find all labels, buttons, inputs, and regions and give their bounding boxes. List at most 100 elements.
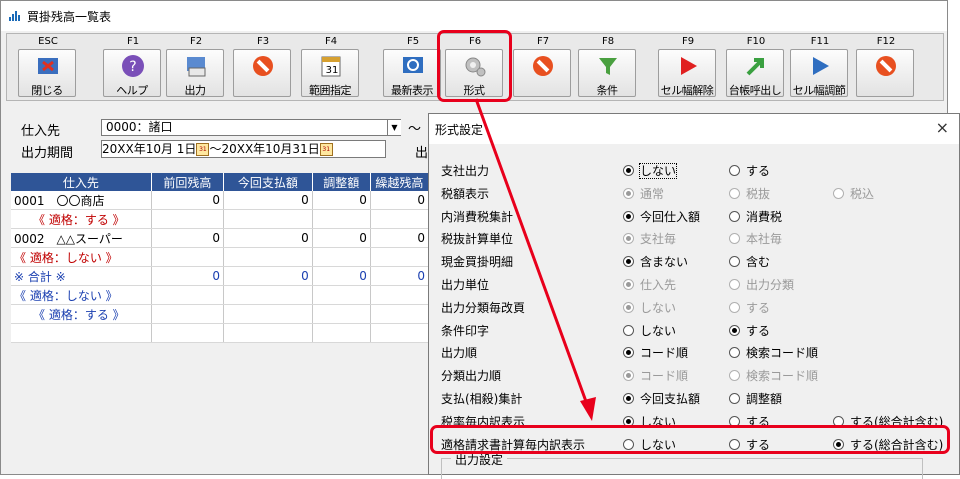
fkey-button[interactable]: 31 範囲指定: [301, 49, 359, 97]
table-cell[interactable]: [223, 285, 313, 305]
column-header[interactable]: 調整額: [312, 173, 371, 191]
chevron-down-icon[interactable]: ▼: [387, 120, 401, 135]
radio-option[interactable]: する: [729, 162, 770, 179]
print-icon: [187, 57, 206, 77]
radio-option[interactable]: する: [729, 322, 770, 339]
table-cell[interactable]: ※ 合計 ※: [11, 266, 152, 286]
table-cell[interactable]: [312, 247, 371, 267]
radio-option[interactable]: 調整額: [729, 390, 782, 407]
fkey-button[interactable]: 出力: [166, 49, 224, 97]
radio-label: 含まない: [640, 255, 689, 270]
table-row[interactable]: 《 適格：しない 》: [11, 285, 430, 305]
fkey-f10: F10 台帳呼出し: [725, 36, 787, 98]
table-cell[interactable]: [223, 323, 313, 343]
fkey-button[interactable]: ? ヘルプ: [103, 49, 161, 97]
fkey-f11: F11 セル幅調節: [789, 36, 851, 98]
table-row[interactable]: 0001 〇〇商店 0 0 0 0: [11, 191, 430, 210]
table-cell[interactable]: 0: [223, 191, 313, 210]
fkey-button[interactable]: 台帳呼出し: [726, 49, 784, 97]
table-cell[interactable]: [151, 304, 225, 324]
disabled-button[interactable]: [233, 49, 291, 97]
disabled-button[interactable]: [513, 49, 571, 97]
fkey-button[interactable]: セル幅調節: [790, 49, 848, 97]
table-cell[interactable]: [312, 209, 371, 229]
radio-icon: [623, 301, 634, 313]
fkey-button[interactable]: 閉じる: [18, 49, 76, 97]
table-cell[interactable]: 《 適格：する 》: [11, 209, 152, 229]
disabled-button[interactable]: [856, 49, 914, 97]
radio-option[interactable]: 含まない: [623, 253, 688, 270]
fkey-f12: F12: [855, 36, 917, 98]
radio-option[interactable]: しない: [623, 162, 678, 179]
table-cell[interactable]: 《 適格：しない 》: [11, 285, 152, 305]
table-cell[interactable]: [151, 323, 225, 343]
table-cell[interactable]: 0: [223, 266, 313, 286]
table-cell[interactable]: [370, 304, 430, 324]
table-row[interactable]: 《 適格：する 》: [11, 304, 430, 324]
f6-highlight: [437, 30, 512, 102]
table-cell[interactable]: [223, 247, 313, 267]
radio-option[interactable]: 検索コード順: [729, 344, 818, 361]
table-row[interactable]: [11, 323, 430, 343]
table-row[interactable]: 《 適格：しない 》: [11, 247, 430, 267]
table-cell[interactable]: 0: [151, 228, 225, 248]
table-cell[interactable]: [11, 323, 152, 343]
table-cell[interactable]: [223, 209, 313, 229]
table-row[interactable]: ※ 合計 ※ 0 0 0 0: [11, 266, 430, 286]
table-row[interactable]: 《 適格：する 》: [11, 209, 430, 229]
column-header[interactable]: 今回支払額: [223, 173, 313, 191]
radio-option[interactable]: コード順: [623, 344, 688, 361]
period-field[interactable]: 20XX年10月 1日 31 ～20XX年10月31日 31: [101, 140, 386, 158]
column-header[interactable]: 仕入先: [11, 173, 152, 191]
radio-label: 今回支払額: [640, 392, 701, 406]
table-cell[interactable]: 0: [151, 191, 225, 210]
table-cell[interactable]: [151, 209, 225, 229]
period-from[interactable]: 20XX年10月 1日: [102, 142, 196, 156]
radio-icon: [729, 165, 740, 176]
radio-option[interactable]: 含む: [729, 253, 770, 270]
radio-label: しない: [638, 163, 678, 179]
supplier-select[interactable]: 0000：諸口: [101, 119, 401, 136]
calendar-icon[interactable]: 31: [196, 143, 210, 156]
table-cell[interactable]: 0: [370, 228, 430, 248]
table-cell[interactable]: [370, 247, 430, 267]
table-cell[interactable]: 0: [151, 266, 225, 286]
table-cell[interactable]: 《 適格：しない 》: [11, 247, 152, 267]
table-cell[interactable]: 0: [312, 191, 371, 210]
table-cell[interactable]: 0: [312, 228, 371, 248]
table-cell[interactable]: 0: [223, 228, 313, 248]
column-header[interactable]: 前回残高: [151, 173, 225, 191]
radio-icon: [623, 187, 634, 199]
svg-text:?: ?: [129, 59, 136, 75]
radio-label: 支社毎: [640, 232, 677, 247]
fkey-label: F2: [189, 36, 203, 47]
fkey-button[interactable]: 最新表示: [383, 49, 441, 97]
table-row[interactable]: 0002 △△スーパー 0 0 0 0: [11, 228, 430, 248]
table-cell[interactable]: [370, 209, 430, 229]
table-cell[interactable]: [151, 247, 225, 267]
radio-option[interactable]: 消費税: [729, 208, 782, 225]
table-cell[interactable]: 0: [370, 266, 430, 286]
column-header[interactable]: 繰越残高: [370, 173, 430, 191]
table-cell[interactable]: [312, 285, 371, 305]
fkey-button[interactable]: セル幅解除: [658, 49, 716, 97]
close-icon[interactable]: ×: [936, 118, 949, 137]
table-cell[interactable]: 0: [370, 191, 430, 210]
radio-option[interactable]: 今回仕入額: [623, 208, 700, 225]
calendar-icon[interactable]: 31: [319, 143, 333, 156]
table-cell[interactable]: [312, 304, 371, 324]
table-cell[interactable]: [370, 285, 430, 305]
table-cell[interactable]: 《 適格：する 》: [11, 304, 152, 324]
fkey-button[interactable]: 条件: [578, 49, 636, 97]
fkey-label: F4: [324, 36, 338, 47]
table-cell[interactable]: 0002 △△スーパー: [11, 228, 152, 248]
radio-option[interactable]: しない: [623, 322, 676, 339]
period-to[interactable]: 20XX年10月31日: [221, 142, 319, 156]
table-cell[interactable]: [151, 285, 225, 305]
table-cell[interactable]: 0001 〇〇商店: [11, 191, 152, 210]
table-cell[interactable]: [370, 323, 430, 343]
table-cell[interactable]: 0: [312, 266, 371, 286]
radio-option[interactable]: 今回支払額: [623, 390, 700, 407]
table-cell[interactable]: [223, 304, 313, 324]
table-cell[interactable]: [312, 323, 371, 343]
